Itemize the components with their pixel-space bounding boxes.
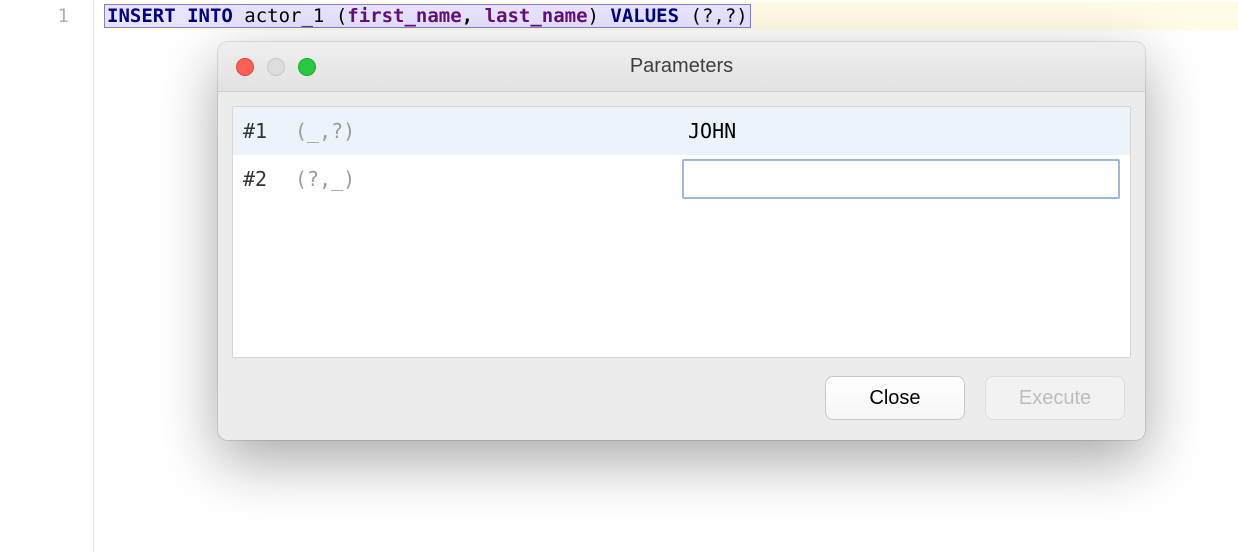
close-button[interactable]: Close	[825, 376, 965, 420]
maximize-icon[interactable]	[298, 58, 316, 76]
sql-line[interactable]: INSERT INTO actor_1 (first_name, last_na…	[104, 2, 1238, 30]
param-pattern: (?,_)	[295, 167, 355, 191]
parameters-dialog: Parameters #1 (_,?) JOHN #2 (?,_) Close …	[218, 42, 1145, 440]
param-index: #1	[243, 119, 295, 143]
param-value-input[interactable]	[682, 159, 1120, 199]
param-value[interactable]: JOHN	[682, 119, 1120, 143]
param-list: #1 (_,?) JOHN #2 (?,_)	[232, 106, 1131, 358]
gutter: 1	[0, 0, 94, 552]
param-row[interactable]: #2 (?,_)	[233, 155, 1130, 203]
lparen: (	[336, 5, 347, 27]
param-pattern: (_,?)	[295, 119, 355, 143]
minimize-icon	[267, 58, 285, 76]
col-last-name: last_name	[485, 5, 588, 27]
execute-button[interactable]: Execute	[985, 376, 1125, 420]
dialog-title: Parameters	[218, 55, 1145, 78]
param-placeholders: (?,?)	[691, 5, 748, 27]
kw-insert: INSERT	[107, 5, 176, 27]
comma: ,	[462, 5, 473, 27]
kw-values: VALUES	[610, 5, 679, 27]
line-number: 1	[0, 2, 69, 30]
dialog-titlebar[interactable]: Parameters	[218, 42, 1145, 92]
param-index: #2	[243, 167, 295, 191]
param-row[interactable]: #1 (_,?) JOHN	[233, 107, 1130, 155]
col-first-name: first_name	[347, 5, 461, 27]
close-icon[interactable]	[236, 58, 254, 76]
table-name: actor_1	[233, 5, 336, 27]
rparen: )	[588, 5, 599, 27]
kw-into: INTO	[187, 5, 233, 27]
window-controls	[218, 58, 316, 76]
dialog-button-row: Close Execute	[218, 358, 1145, 440]
param-list-wrap: #1 (_,?) JOHN #2 (?,_)	[218, 92, 1145, 358]
